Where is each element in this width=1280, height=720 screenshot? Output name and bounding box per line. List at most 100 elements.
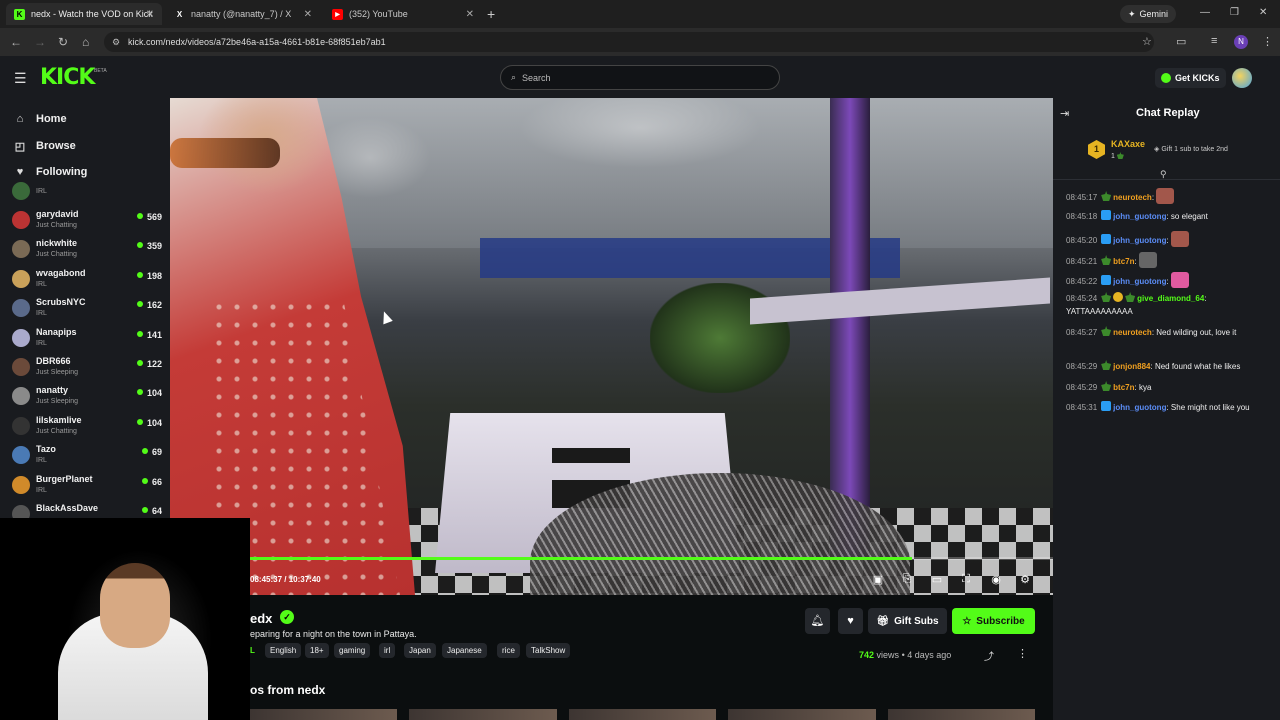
more-options-icon[interactable]: ⋮ — [1017, 647, 1028, 660]
chat-username[interactable]: give_diamond_64 — [1137, 294, 1204, 303]
back-button[interactable]: ← — [10, 35, 22, 49]
notification-bell-button[interactable]: 🔔︎ — [805, 608, 830, 634]
category-link[interactable]: L — [250, 646, 255, 655]
site-info-icon[interactable]: ⚙ — [112, 37, 120, 48]
tag-chip[interactable]: gaming — [334, 643, 371, 658]
stream-title: eparing for a night on the town in Patta… — [250, 629, 417, 639]
share-icon[interactable]: ⤴ — [984, 648, 994, 663]
badge-icon — [1113, 292, 1124, 302]
follow-heart-button[interactable]: ♥ — [838, 608, 863, 634]
chat-username[interactable]: btc7n — [1113, 257, 1134, 266]
sidebar-channel[interactable]: BurgerPlanet IRL 66 — [12, 472, 162, 500]
gift-icon: ◈ — [1154, 146, 1160, 153]
vod-thumbnail[interactable] — [728, 709, 876, 720]
tab-close-icon[interactable]: ✕ — [146, 9, 154, 20]
tag-chip[interactable]: Japan — [404, 643, 436, 658]
x-favicon-icon: X — [176, 9, 183, 19]
subscribe-button[interactable]: ☆ Subscribe — [952, 608, 1035, 634]
fullscreen-icon[interactable]: ⛶ — [959, 573, 973, 586]
browser-tab-kick[interactable]: K nedx - Watch the VOD on Kick ✕ — [6, 3, 162, 25]
vod-thumbnail[interactable] — [887, 709, 1036, 720]
sidebar-channel[interactable]: wvagabond IRL 198 — [12, 266, 162, 294]
sidebar-channel-partial[interactable]: IRL — [12, 182, 162, 200]
get-kicks-button[interactable]: Get KICKs — [1155, 68, 1226, 88]
chat-text: Ned found what he likes — [1154, 362, 1241, 371]
chat-username[interactable]: btc7n — [1113, 383, 1134, 392]
bell-icon: 🔔︎ — [810, 615, 825, 627]
clip-icon[interactable]: ⎘ — [900, 573, 914, 586]
tab-close-icon[interactable]: ✕ — [466, 9, 474, 20]
sidebar-channel[interactable]: nanatty Just Sleeping 104 — [12, 383, 162, 411]
forward-button[interactable]: → — [34, 35, 46, 49]
menu-dots-icon[interactable]: ⋮ — [1262, 35, 1273, 48]
sidebar-channel[interactable]: nickwhite Just Chatting 359 — [12, 236, 162, 264]
tag-chip[interactable]: Japanese — [442, 643, 487, 658]
top-gifter-name[interactable]: KAXaxe — [1111, 139, 1145, 149]
close-window-button[interactable]: ✕ — [1259, 7, 1267, 18]
sidebar-channel[interactable]: DBR666 Just Sleeping 122 — [12, 354, 162, 382]
sidebar-item-home[interactable]: ⌂ Home — [14, 110, 67, 128]
settings-gear-icon[interactable]: ⚙ — [1018, 573, 1032, 586]
cast-icon[interactable]: ▭ — [1176, 35, 1186, 48]
gift-subs-button[interactable]: 🎁︎ Gift Subs — [868, 608, 947, 634]
badge-icon — [1101, 292, 1112, 302]
miniplayer-icon[interactable]: ▣ — [871, 573, 885, 586]
sidebar-item-browse[interactable]: ◰ Browse — [14, 137, 76, 155]
gift-cta[interactable]: ◈ Gift 1 sub to take 2nd — [1154, 145, 1228, 153]
vod-thumbnail[interactable] — [409, 709, 557, 720]
badge-icon — [1101, 234, 1112, 244]
vod-thumbnail[interactable] — [250, 709, 398, 720]
url-field[interactable]: ⚙ kick.com/nedx/videos/a72be46a-a15a-466… — [104, 32, 1154, 52]
vod-thumbnail[interactable] — [568, 709, 717, 720]
home-button[interactable]: ⌂ — [82, 35, 89, 49]
hamburger-menu-icon[interactable]: ☰ — [14, 70, 27, 87]
sidebar-channel[interactable]: ScrubsNYC IRL 162 — [12, 295, 162, 323]
heart-icon: ♥ — [16, 166, 24, 178]
channel-category: IRL — [36, 457, 47, 465]
collapse-chat-icon[interactable]: ⇥ — [1060, 107, 1069, 120]
sidebar-channel[interactable]: Tazo IRL 69 — [12, 442, 162, 470]
search-input[interactable]: ⌕ Search — [500, 65, 780, 90]
playback-speed-icon[interactable]: ◉ — [989, 573, 1003, 586]
chat-username[interactable]: john_guotong — [1113, 277, 1166, 286]
sidebar-channel[interactable]: BlackAssDave 64 — [12, 501, 162, 518]
gemini-button[interactable]: ✦ Gemini — [1120, 5, 1177, 23]
browser-tab-youtube[interactable]: ▶ (352) YouTube ✕ — [324, 3, 482, 25]
sidebar-channel[interactable]: lilskamlive Just Chatting 104 — [12, 413, 162, 441]
reading-list-icon[interactable]: ≡ — [1211, 35, 1217, 47]
user-avatar[interactable] — [1232, 68, 1252, 88]
tag-chip[interactable]: English — [265, 643, 302, 658]
tag-chip[interactable]: TalkShow — [526, 643, 571, 658]
chat-username[interactable]: john_guotong — [1113, 212, 1166, 221]
bookmark-star-icon[interactable]: ☆ — [1142, 35, 1152, 48]
tag-chip[interactable]: rice — [497, 643, 520, 658]
channel-name[interactable]: edx — [250, 611, 272, 626]
search-placeholder: Search — [522, 72, 551, 83]
tab-title: nanatty (@nanatty_7) / X — [191, 9, 292, 19]
kick-logo[interactable]: KICK — [40, 65, 95, 90]
tag-chip[interactable]: irl — [379, 643, 396, 658]
chat-username[interactable]: john_guotong — [1113, 236, 1166, 245]
chat-text: kya — [1138, 383, 1152, 392]
chat-username[interactable]: jonjon884 — [1113, 362, 1150, 371]
browser-profile-avatar[interactable]: N — [1234, 35, 1248, 49]
restore-button[interactable]: ❐ — [1230, 7, 1239, 18]
channel-name: nickwhite — [36, 238, 78, 249]
theater-mode-icon[interactable]: ▭ — [930, 573, 944, 586]
tag-chip[interactable]: 18+ — [305, 643, 329, 658]
sidebar-channel[interactable]: garydavid Just Chatting 569 — [12, 207, 162, 235]
minimize-button[interactable]: — — [1200, 7, 1210, 18]
new-tab-button[interactable]: + — [487, 6, 495, 22]
sidebar-channel[interactable]: Nanapips IRL 141 — [12, 325, 162, 353]
chat-message: 08:45:31 john_guotong: She might not like… — [1066, 401, 1271, 414]
video-player[interactable] — [170, 98, 1053, 595]
browser-tab-x[interactable]: X nanatty (@nanatty_7) / X ✕ — [166, 3, 320, 25]
chat-username[interactable]: neurotech — [1113, 328, 1152, 337]
viewer-count: 64 — [142, 506, 162, 516]
chat-username[interactable]: neurotech — [1113, 193, 1152, 202]
sidebar-item-following[interactable]: ♥ Following — [14, 163, 88, 181]
channel-category: IRL — [36, 486, 47, 494]
tab-close-icon[interactable]: ✕ — [304, 9, 312, 20]
reload-button[interactable]: ↻ — [58, 35, 68, 49]
chat-username[interactable]: john_guotong — [1113, 403, 1166, 412]
